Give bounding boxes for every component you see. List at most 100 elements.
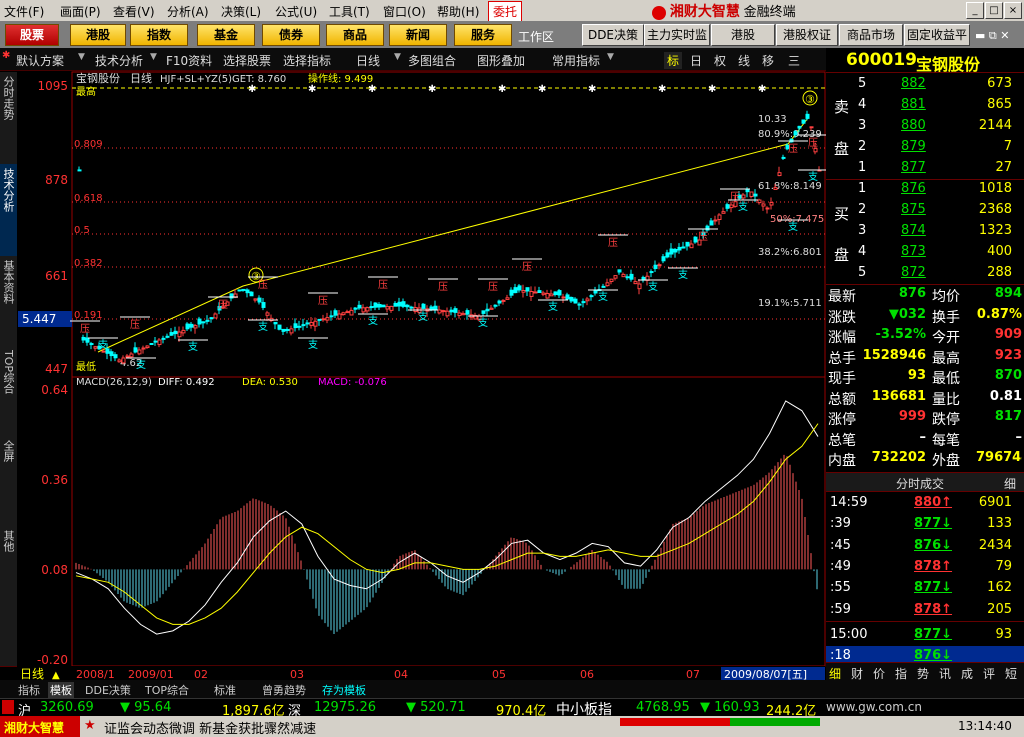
candle-body bbox=[169, 332, 174, 336]
menu-view[interactable]: 查看(V) bbox=[113, 3, 155, 20]
buy-price[interactable]: 876 bbox=[901, 181, 926, 196]
menu-formula[interactable]: 公式(U) bbox=[275, 3, 317, 20]
tab-three[interactable]: 三 bbox=[788, 52, 800, 69]
tab-mark[interactable]: 标 bbox=[664, 52, 683, 69]
fib-right-label: 38.2%:6.801 bbox=[758, 247, 822, 258]
website[interactable]: www.gw.com.cn bbox=[826, 700, 922, 714]
toolbar-default-scheme[interactable]: 默认方案 bbox=[16, 52, 64, 69]
tab-move[interactable]: 移 bbox=[762, 52, 774, 69]
tab-rights[interactable]: 权 bbox=[714, 52, 726, 69]
support-marker: 支 bbox=[788, 221, 798, 233]
menu-file[interactable]: 文件(F) bbox=[4, 3, 44, 20]
btab-zengyong[interactable]: 曾勇趋势 bbox=[262, 682, 306, 698]
buy-price[interactable]: 875 bbox=[901, 202, 926, 217]
menu-tools[interactable]: 工具(T) bbox=[329, 3, 370, 20]
hk-stocks-button[interactable]: 港股 bbox=[70, 24, 126, 46]
toolbar-select-indicator[interactable]: 选择指标 bbox=[283, 52, 331, 69]
menu-analysis[interactable]: 分析(A) bbox=[167, 3, 209, 20]
btab-save-template[interactable]: 存为模板 bbox=[322, 682, 366, 698]
dropdown-arrow-icon[interactable]: ▼ bbox=[394, 52, 401, 62]
hk-button[interactable]: 港股 bbox=[711, 24, 775, 46]
maximize-button[interactable]: □ bbox=[985, 2, 1003, 19]
left-tab-intraday[interactable]: 分时走势 bbox=[0, 72, 17, 165]
btab-top[interactable]: TOP综合 bbox=[145, 682, 189, 698]
dropdown-arrow-icon[interactable]: ▼ bbox=[607, 52, 614, 62]
menu-window[interactable]: 窗口(O) bbox=[383, 3, 426, 20]
sell-price[interactable]: 880 bbox=[901, 118, 926, 133]
dropdown-arrow-icon[interactable]: ▼ bbox=[78, 52, 85, 62]
news-ticker[interactable]: 证监会动态微调 新基金获批骤然减速 bbox=[104, 718, 316, 737]
toolbar-f10[interactable]: F10资料 bbox=[166, 52, 212, 69]
sell-volume: 27 bbox=[995, 160, 1012, 175]
menu-help[interactable]: 帮助(H) bbox=[437, 3, 479, 20]
toolbar-multi-chart[interactable]: 多图组合 bbox=[408, 52, 456, 69]
commodity-market-button[interactable]: 商品市场 bbox=[839, 24, 903, 46]
quote-panel: 600019 宝钢股份 卖 盘 5 882 673 4 881 865 3 880 … bbox=[826, 48, 1024, 681]
chart-area[interactable]: 宝钢股份 日线 HJF+SL+YZ(5) GET: 8.760 操作线: 9.4… bbox=[18, 70, 826, 682]
service-button[interactable]: 服务 bbox=[454, 24, 512, 46]
fixed-income-button[interactable]: 固定收益平 bbox=[904, 24, 970, 46]
index-button[interactable]: 指数 bbox=[130, 24, 188, 46]
toolbar-overlay[interactable]: 图形叠加 bbox=[477, 52, 525, 69]
menu-screen[interactable]: 画面(P) bbox=[60, 3, 101, 20]
fund-button[interactable]: 基金 bbox=[197, 24, 255, 46]
resist-marker: 压 bbox=[608, 237, 618, 249]
left-tab-basic-info[interactable]: 基本资料 bbox=[0, 256, 17, 347]
candle-body bbox=[389, 305, 394, 311]
commodity-button[interactable]: 商品 bbox=[326, 24, 384, 46]
candle-body bbox=[369, 306, 374, 309]
sell-level: 1 bbox=[858, 160, 867, 175]
entrust-button[interactable]: 委托 bbox=[488, 1, 523, 22]
menu-decision[interactable]: 决策(L) bbox=[221, 3, 261, 20]
toolbar-technical-analysis[interactable]: 技术分析 bbox=[95, 52, 143, 69]
hk-warrant-button[interactable]: 港股权证 bbox=[776, 24, 838, 46]
toolbar-daily[interactable]: 日线 bbox=[356, 52, 380, 69]
dde-decision-button[interactable]: DDE决策 bbox=[582, 24, 644, 46]
left-tab-technical[interactable]: 技术分析 bbox=[0, 164, 17, 257]
buy-price[interactable]: 874 bbox=[901, 223, 926, 238]
bond-button[interactable]: 债券 bbox=[262, 24, 320, 46]
tick-volume: 93 bbox=[995, 626, 1012, 642]
btab-standard[interactable]: 标准 bbox=[214, 682, 236, 698]
tab-line[interactable]: 线 bbox=[738, 52, 750, 69]
toolbar-common-indicator[interactable]: 常用指标 bbox=[552, 52, 600, 69]
dropdown-arrow-icon[interactable]: ▼ bbox=[150, 52, 157, 62]
sell-volume: 673 bbox=[987, 76, 1012, 91]
sell-price[interactable]: 877 bbox=[901, 160, 926, 175]
fib-label: 0.5 bbox=[74, 225, 90, 236]
quote-key: 最低 bbox=[932, 371, 960, 387]
sz-value: 12975.26 bbox=[314, 700, 377, 715]
sell-price[interactable]: 882 bbox=[901, 76, 926, 91]
resist-marker: 压 bbox=[258, 279, 268, 291]
stocks-button[interactable]: 股票 bbox=[5, 24, 59, 46]
macd-value: MACD: -0.076 bbox=[318, 377, 387, 388]
candle-body bbox=[373, 302, 378, 308]
support-marker: 支 bbox=[678, 269, 688, 281]
btab-dde[interactable]: DDE决策 bbox=[85, 682, 131, 698]
price-tick: 878 bbox=[45, 173, 68, 187]
tab-day[interactable]: 日 bbox=[690, 52, 702, 69]
buy-price[interactable]: 872 bbox=[901, 265, 926, 280]
left-tab-other[interactable]: 其他 bbox=[0, 526, 17, 667]
quote-value: 876 bbox=[898, 286, 926, 301]
close-button[interactable]: × bbox=[1004, 2, 1022, 19]
btab-template[interactable]: 模板 bbox=[48, 682, 74, 698]
buy-price[interactable]: 873 bbox=[901, 244, 926, 259]
sell-price[interactable]: 881 bbox=[901, 97, 926, 112]
subwindow-controls[interactable]: ▬ ⧉ ✕ bbox=[975, 29, 1009, 43]
toolbar-select-stock[interactable]: 选择股票 bbox=[223, 52, 271, 69]
tick-price: 877↓ bbox=[914, 516, 953, 532]
buy-level: 5 bbox=[858, 265, 867, 280]
sell-price[interactable]: 879 bbox=[901, 139, 926, 154]
quote-value: – bbox=[1015, 429, 1023, 445]
main-monitor-button[interactable]: 主力实时监 bbox=[644, 24, 710, 46]
candle-body bbox=[565, 294, 570, 300]
ticks-tab[interactable]: 细 bbox=[1004, 475, 1016, 492]
btab-indicator[interactable]: 指标 bbox=[18, 682, 40, 698]
red-gear-icon[interactable]: ✱ bbox=[2, 50, 10, 61]
minimize-button[interactable]: _ bbox=[966, 2, 984, 19]
left-tab-fullscreen[interactable]: 全屏 bbox=[0, 436, 17, 527]
left-tab-top[interactable]: TOP综合 bbox=[0, 346, 17, 437]
tick-price: 876↓ bbox=[914, 648, 953, 664]
news-button[interactable]: 新闻 bbox=[389, 24, 447, 46]
